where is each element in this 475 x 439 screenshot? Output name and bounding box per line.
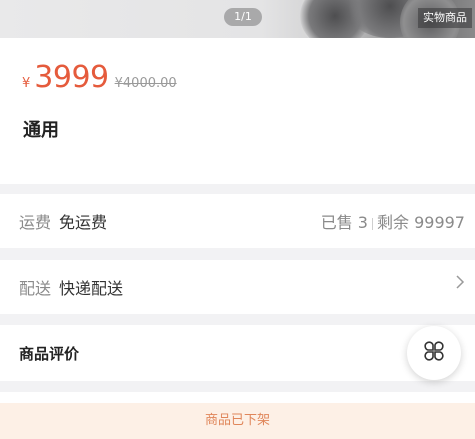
price-row: ¥ 3999 ¥4000.00 (22, 60, 177, 95)
currency-symbol: ¥ (22, 76, 31, 91)
shipping-value: 免运费 (59, 213, 108, 232)
delivery-row[interactable]: 配送 快递配送 (0, 260, 475, 314)
product-type-tag: 实物商品 (418, 8, 472, 28)
current-price: 3999 (34, 60, 109, 95)
price-card: ¥ 3999 ¥4000.00 通用 (0, 38, 475, 184)
image-pager: 1/1 (224, 8, 262, 26)
remaining-count: 剩余 99997 (377, 213, 465, 232)
shipping-row: 运费 免运费 已售 3 剩余 99997 (0, 194, 475, 248)
shipping-label: 运费 (19, 213, 52, 232)
reviews-title: 商品评价 (19, 344, 80, 363)
delivery-value: 快递配送 (59, 279, 124, 298)
sold-count: 已售 3 (320, 213, 368, 232)
delivery-label: 配送 (19, 279, 52, 298)
product-image[interactable]: 1/1 实物商品 (0, 0, 475, 38)
original-price: ¥4000.00 (114, 76, 177, 91)
delisted-notice: 商品已下架 (0, 403, 475, 439)
bottom-spacer (0, 392, 475, 403)
reviews-row[interactable]: 商品评价 暂 (0, 325, 475, 381)
stock-divider (372, 217, 373, 230)
floating-menu-button[interactable] (407, 326, 461, 380)
four-leaf-grid-icon (421, 338, 447, 368)
product-title: 通用 (23, 120, 59, 141)
chevron-right-icon (455, 274, 465, 294)
stock-info: 已售 3 剩余 99997 (321, 209, 465, 233)
